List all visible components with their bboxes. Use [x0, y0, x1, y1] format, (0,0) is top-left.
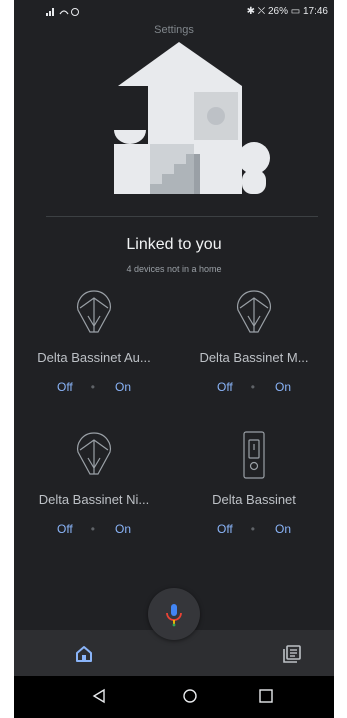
device-name: Delta Bassinet Au...	[37, 350, 151, 365]
off-button[interactable]: Off	[217, 380, 233, 394]
status-bar: ✱ ⛌ 26% ▭ 17:46	[14, 0, 334, 22]
status-right-text: ✱ ⛌ 26% ▭ 17:46	[246, 6, 328, 17]
recent-apps-icon[interactable]	[258, 688, 274, 704]
separator-dot: •	[250, 380, 255, 394]
linked-subtitle: 4 devices not in a home	[126, 264, 222, 274]
back-icon[interactable]	[92, 688, 106, 704]
section-divider	[46, 216, 318, 217]
bulb-icon	[77, 290, 111, 333]
mic-icon	[166, 604, 182, 627]
on-button[interactable]: On	[275, 522, 291, 536]
on-button[interactable]: On	[275, 380, 291, 394]
bulb-icon	[237, 290, 271, 333]
device-name: Delta Bassinet M...	[199, 350, 309, 365]
bulb-icon	[77, 432, 111, 475]
off-button[interactable]: Off	[57, 380, 73, 394]
separator-dot: •	[250, 522, 255, 536]
separator-dot: •	[90, 522, 95, 536]
off-button[interactable]: Off	[57, 522, 73, 536]
assistant-mic-button[interactable]	[148, 588, 200, 640]
on-button[interactable]: On	[115, 380, 131, 394]
device-actions: Off • On	[174, 380, 334, 394]
linked-title: Linked to you	[126, 236, 222, 253]
home-illustration	[114, 42, 270, 194]
device-card[interactable]: Delta Bassinet Ni... Off • On	[14, 430, 174, 550]
device-card[interactable]: Delta Bassinet Au... Off • On	[14, 288, 174, 408]
signal-icon	[46, 8, 79, 16]
system-navigation-bar	[14, 676, 334, 718]
device-actions: Off • On	[174, 522, 334, 536]
device-card[interactable]: Delta Bassinet Off • On	[174, 430, 334, 550]
device-actions: Off • On	[14, 522, 174, 536]
status-icons	[46, 6, 80, 19]
feed-icon[interactable]	[282, 644, 302, 664]
home-icon[interactable]	[74, 644, 94, 664]
on-button[interactable]: On	[115, 522, 131, 536]
home-circle-icon[interactable]	[182, 688, 198, 704]
separator-dot: •	[90, 380, 95, 394]
switch-icon	[243, 431, 265, 479]
device-name: Delta Bassinet	[212, 492, 296, 507]
app-screen: ✱ ⛌ 26% ▭ 17:46 Settings Linked to you 4…	[14, 0, 334, 718]
off-button[interactable]: Off	[217, 522, 233, 536]
device-card[interactable]: Delta Bassinet M... Off • On	[174, 288, 334, 408]
device-name: Delta Bassinet Ni...	[38, 492, 150, 507]
device-actions: Off • On	[14, 380, 174, 394]
